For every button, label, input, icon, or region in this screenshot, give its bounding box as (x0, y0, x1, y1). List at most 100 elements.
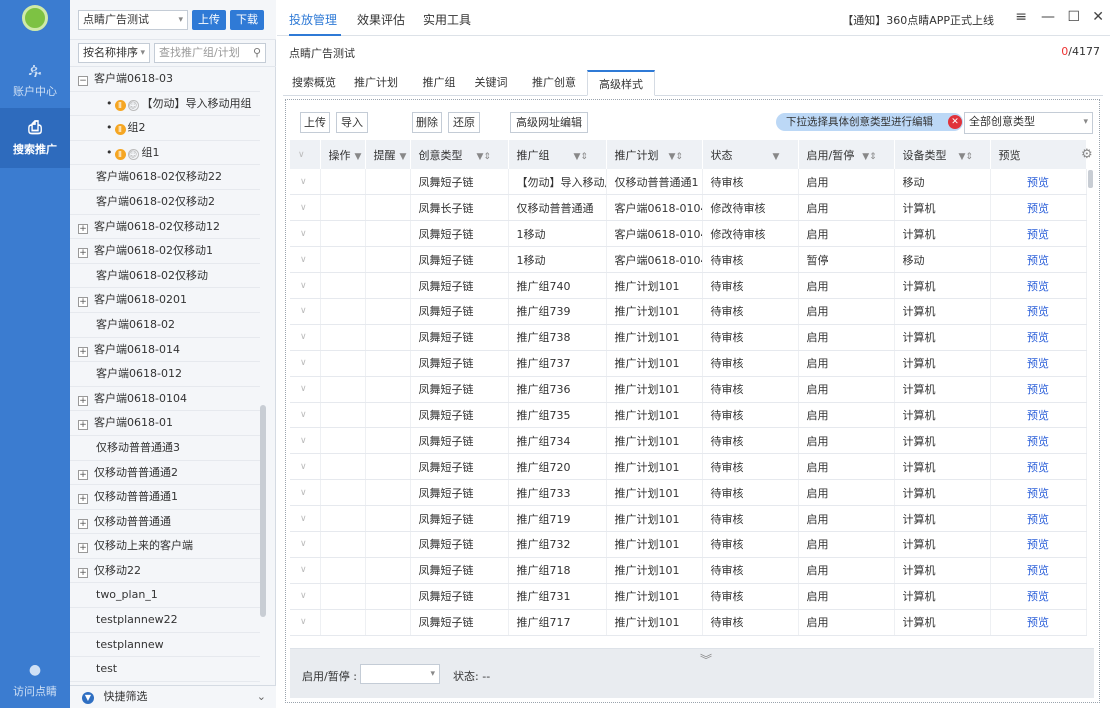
col-remind[interactable]: 提醒 ▼ (365, 140, 411, 169)
collapse-icon[interactable]: − (78, 76, 88, 86)
row-checkbox[interactable]: ∨ (290, 479, 321, 507)
nav-search-promo[interactable]: ⎙ 搜索推广 (0, 108, 70, 168)
expand-icon[interactable]: + (78, 297, 88, 308)
tree-item[interactable]: testplannew (70, 633, 260, 658)
tree-item[interactable]: 客户端0618-02 (70, 313, 260, 338)
tree-item[interactable]: • Ⅱ 组2 (70, 116, 260, 141)
expand-icon[interactable]: + (78, 494, 88, 505)
cell-preview[interactable]: 预览 (990, 427, 1087, 455)
filter-sort-icon[interactable]: ▼⇕ (862, 152, 876, 162)
tab-groups[interactable]: 推广组 (419, 70, 459, 96)
tree-item[interactable]: • Ⅱ ☺ 【勿动】导入移动用组 (70, 92, 260, 117)
tab-keywords[interactable]: 关键词 (471, 70, 511, 96)
cell-preview[interactable]: 预览 (990, 220, 1087, 248)
row-checkbox[interactable]: ∨ (290, 169, 321, 196)
tree-item[interactable]: + 仅移动普普通通1 (70, 485, 260, 510)
advanced-url-edit-button[interactable]: 高级网址编辑 (510, 112, 588, 133)
filter-sort-icon[interactable]: ▼⇕ (477, 152, 491, 162)
row-checkbox[interactable]: ∨ (290, 376, 321, 403)
table-row[interactable]: ∨ 凤舞短子链【勿动】导入移动用:仅移动普普通通1待审核启用移动预览 (290, 169, 1087, 196)
sort-select[interactable]: 按名称排序 ▾ (78, 43, 150, 63)
sidebar-scrollbar[interactable] (260, 405, 266, 617)
row-checkbox[interactable]: ∨ (290, 609, 321, 636)
row-checkbox[interactable]: ∨ (290, 583, 321, 610)
table-row[interactable]: ∨ 凤舞短子链 推广组734 推广计划101 待审核 启用 计算机 预览 (290, 427, 1087, 455)
col-plan[interactable]: 推广计划 ▼⇕ (606, 140, 703, 169)
col-status[interactable]: 状态 ▼ (702, 140, 799, 169)
gear-icon[interactable]: ⚙ (1081, 147, 1093, 162)
cell-preview[interactable]: 预览 (990, 194, 1087, 222)
tree-item[interactable]: + 客户端0618-0201 (70, 288, 260, 313)
tree-item[interactable]: + 客户端0618-01 (70, 411, 260, 436)
tree-item[interactable]: 客户端0618-02仅移动22 (70, 165, 260, 190)
cell-preview[interactable]: 预览 (990, 272, 1087, 299)
tree-item[interactable]: 客户端0618-012 (70, 362, 260, 387)
table-row[interactable]: ∨ 凤舞短子链 推广组735 推广计划101 待审核 启用 计算机 预览 (290, 402, 1087, 429)
upload-creative-button[interactable]: 上传 (300, 112, 330, 133)
row-checkbox[interactable]: ∨ (290, 402, 321, 429)
table-row[interactable]: ∨ 凤舞短子链 推广组731 推广计划101 待审核 启用 计算机 预览 (290, 583, 1087, 610)
tree-item[interactable]: + 仅移动22 (70, 559, 260, 584)
row-checkbox[interactable]: ∨ (290, 505, 321, 532)
col-toggle[interactable]: 启用/暂停 ▼⇕ (798, 140, 895, 169)
row-checkbox[interactable]: ∨ (290, 246, 321, 274)
row-checkbox[interactable]: ∨ (290, 531, 321, 558)
expand-icon[interactable]: + (78, 223, 88, 234)
table-row[interactable]: ∨ 凤舞短子链 推广组739 推广计划101 待审核 启用 计算机 预览 (290, 298, 1087, 325)
upload-button[interactable]: 上传 (192, 10, 226, 30)
table-row[interactable]: ∨ 凤舞短子链 推广组733 推广计划101 待审核 启用 计算机 预览 (290, 479, 1087, 507)
tree-search-input[interactable]: 查找推广组/计划 ⚲ (154, 43, 266, 63)
expand-icon[interactable]: + (78, 395, 88, 406)
cell-preview[interactable]: 预览 (990, 453, 1087, 481)
expand-icon[interactable]: + (78, 420, 88, 431)
tab-creatives[interactable]: 推广创意 (529, 70, 579, 96)
table-row[interactable]: ∨ 凤舞短子链 推广组718 推广计划101 待审核 启用 计算机 预览 (290, 557, 1087, 584)
tab-tools[interactable]: 实用工具 (423, 0, 475, 36)
table-row[interactable]: ∨ 凤舞短子链 推广组732 推广计划101 待审核 启用 计算机 预览 (290, 531, 1087, 558)
cell-preview[interactable]: 预览 (990, 609, 1087, 636)
nav-visit[interactable]: ● 访问点睛 (0, 660, 70, 700)
expand-icon[interactable]: + (78, 346, 88, 357)
col-operation[interactable]: 操作 ▼ (320, 140, 366, 169)
close-icon[interactable]: ✕ (1092, 9, 1104, 25)
table-row[interactable]: ∨ 凤舞短子链 推广组717 推广计划101 待审核 启用 计算机 预览 (290, 609, 1087, 636)
expand-icon[interactable]: + (78, 518, 88, 529)
row-checkbox[interactable]: ∨ (290, 272, 321, 299)
expand-icon[interactable]: + (78, 567, 88, 578)
chevron-double-down-icon[interactable]: ︾ (700, 651, 712, 668)
tree-item[interactable]: + 客户端0618-0104 (70, 387, 260, 412)
notice-text[interactable]: 【通知】360点睛APP正式上线 (842, 12, 994, 28)
tree-item[interactable]: 仅移动普普通通3 (70, 436, 260, 461)
filter-icon[interactable]: ▼ (400, 152, 407, 162)
col-creative-type[interactable]: 创意类型 ▼⇕ (410, 140, 509, 169)
table-scrollbar[interactable] (1088, 170, 1093, 188)
cell-preview[interactable]: 预览 (990, 169, 1087, 196)
table-row[interactable]: ∨ 凤舞短子链 推广组720 推广计划101 待审核 启用 计算机 预览 (290, 453, 1087, 481)
tab-delivery[interactable]: 投放管理 (289, 0, 341, 36)
download-button[interactable]: 下载 (230, 10, 264, 30)
cell-preview[interactable]: 预览 (990, 376, 1087, 403)
delete-button[interactable]: 删除 (412, 112, 442, 133)
cell-preview[interactable]: 预览 (990, 324, 1087, 351)
col-group[interactable]: 推广组 ▼⇕ (508, 140, 607, 169)
table-row[interactable]: ∨ 凤舞短子链 1移动 客户端0618-0104 修改待审核 启用 计算机 预览 (290, 220, 1087, 248)
tree-item[interactable]: + 客户端0618-02仅移动1 (70, 239, 260, 264)
tab-effect[interactable]: 效果评估 (357, 0, 409, 36)
table-row[interactable]: ∨ 凤舞短子链 推广组737 推广计划101 待审核 启用 计算机 预览 (290, 350, 1087, 377)
menu-icon[interactable]: ≡ (1015, 9, 1027, 25)
cell-preview[interactable]: 预览 (990, 557, 1087, 584)
table-row[interactable]: ∨ 凤舞短子链 1移动 客户端0618-0104 待审核 暂停 移动 预览 (290, 246, 1087, 274)
table-row[interactable]: ∨ 凤舞短子链 推广组736 推广计划101 待审核 启用 计算机 预览 (290, 376, 1087, 403)
select-all-checkbox[interactable]: ∨ (290, 140, 321, 169)
tree-item[interactable]: + 仅移动上来的客户端 (70, 534, 260, 559)
filter-icon[interactable]: ▼ (355, 152, 362, 162)
tree-item[interactable]: 客户端0618-02仅移动 (70, 264, 260, 289)
tab-overview[interactable]: 搜索概览 (289, 70, 339, 96)
tree-item[interactable]: testplannew22 (70, 608, 260, 633)
creative-type-select[interactable]: 全部创意类型 ▾ (964, 112, 1093, 134)
expand-icon[interactable]: + (78, 248, 88, 259)
cell-preview[interactable]: 预览 (990, 505, 1087, 532)
restore-button[interactable]: 还原 (448, 112, 480, 133)
tab-advanced-style[interactable]: 高级样式 (587, 70, 655, 96)
filter-sort-icon[interactable]: ▼⇕ (669, 152, 683, 162)
